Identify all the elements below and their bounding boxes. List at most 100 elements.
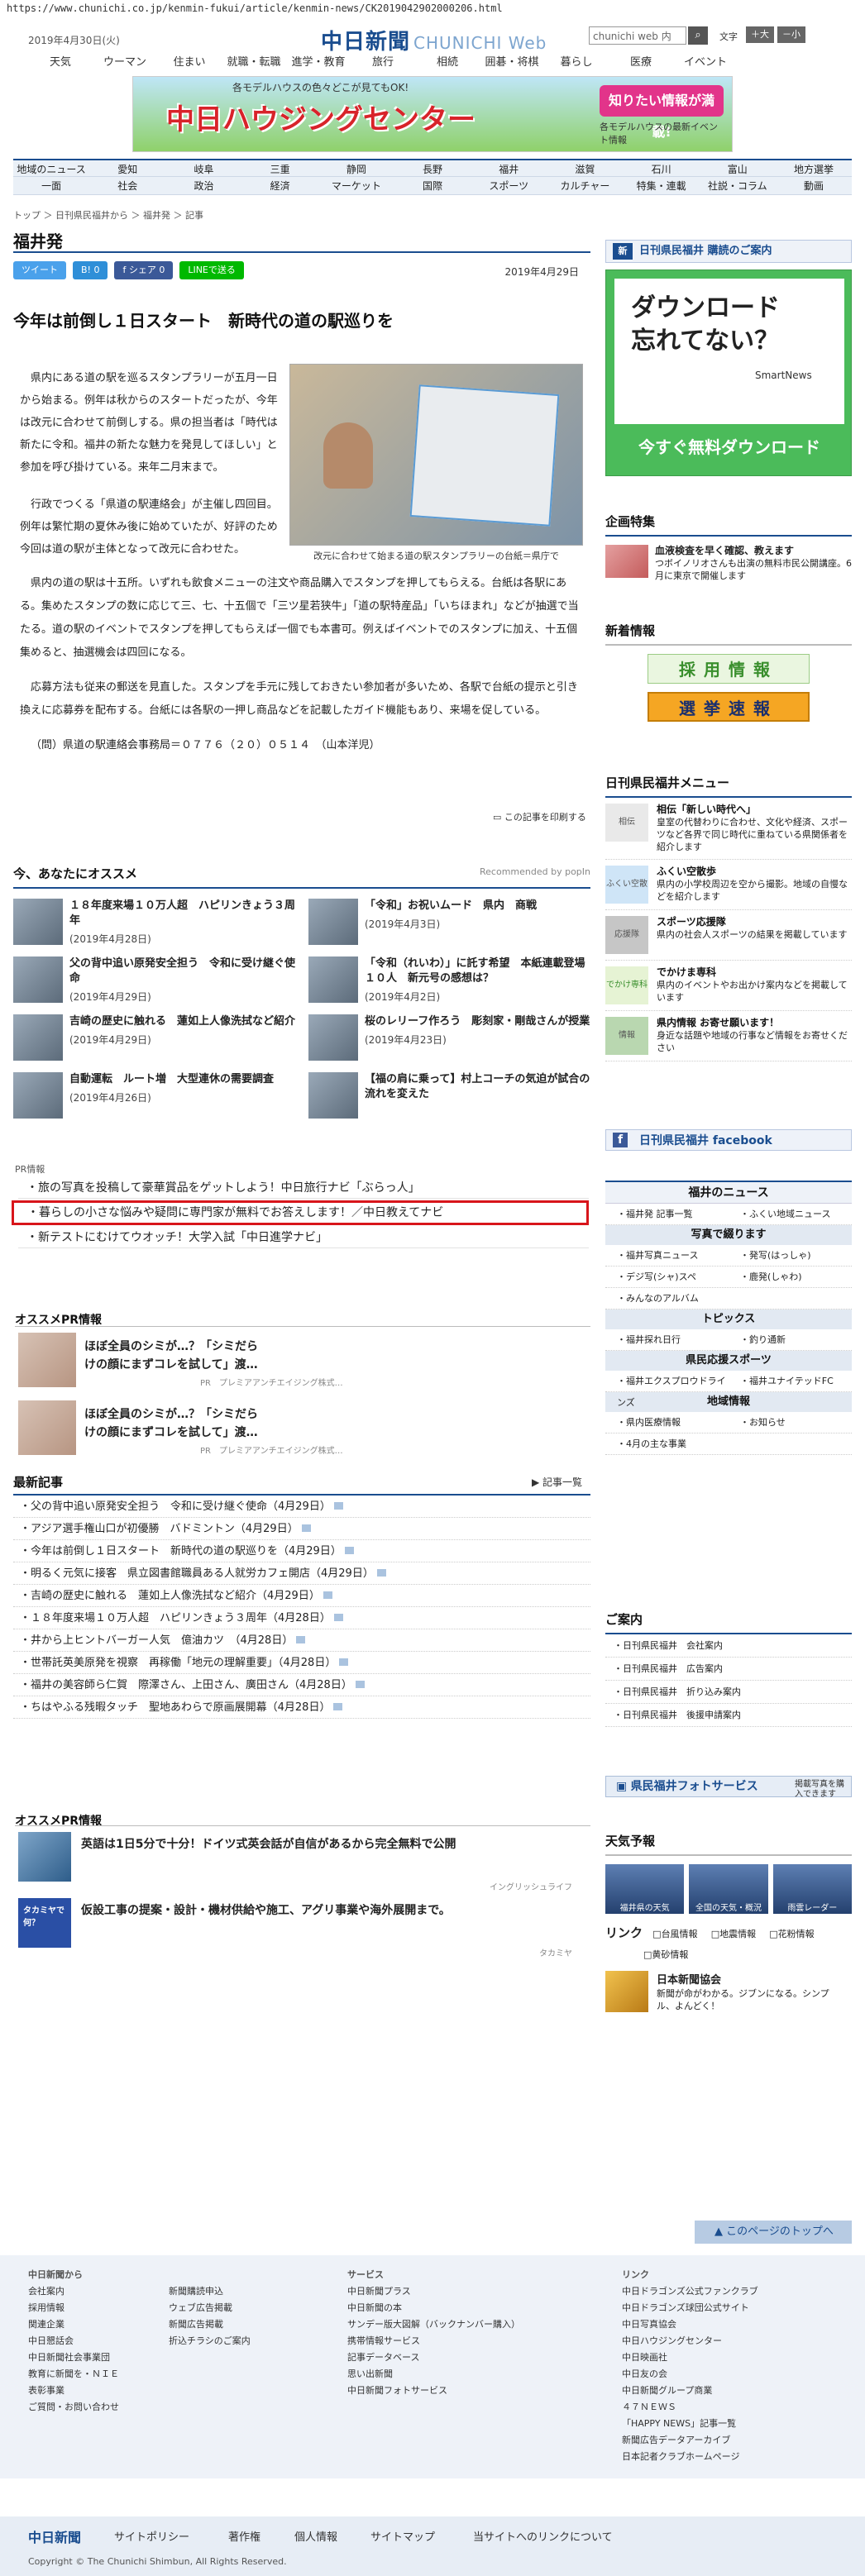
footer-link[interactable]: 中日友の会 bbox=[622, 2366, 758, 2383]
kikaku-item[interactable]: 血液検査を早く確認、教えます つボイノリオさんも出演の無料市民公開講座。6月に東京… bbox=[605, 545, 852, 582]
nav-item[interactable]: ウーマン bbox=[93, 53, 157, 69]
region-nav-item[interactable]: 岐阜 bbox=[165, 160, 241, 176]
footer-link[interactable]: 会社案内 bbox=[28, 2283, 119, 2300]
footer-link[interactable]: 折込チラシのご案内 bbox=[169, 2333, 251, 2349]
osusume-pr-item[interactable]: ほぼ全員のシミが…？「シミだらけの顔にまずコレを試して」渡… PR プレミアアン… bbox=[18, 1400, 581, 1457]
region-nav-item[interactable]: 石川 bbox=[624, 160, 700, 176]
weather-fukui-button[interactable]: 福井県の天気 bbox=[605, 1864, 685, 1914]
election-banner[interactable]: 選挙速報 bbox=[648, 692, 810, 722]
nav-item[interactable]: 相続 bbox=[415, 53, 480, 69]
annai-link[interactable]: ・日刊県民福井 広告案内 bbox=[605, 1658, 852, 1681]
footer-link[interactable]: 採用情報 bbox=[28, 2300, 119, 2316]
footer-link[interactable]: 中日映画社 bbox=[622, 2349, 758, 2366]
tweet-button[interactable]: ツイート bbox=[13, 261, 66, 279]
latest-item[interactable]: ・ちはやふる残暇タッチ 聖地あわらで原画展開幕（4月28日） bbox=[13, 1696, 590, 1719]
fukui-news-link[interactable]: ・釣り通新 bbox=[729, 1329, 852, 1350]
footer-link[interactable]: 中日新聞フォトサービス bbox=[347, 2383, 520, 2399]
pr-link-highlighted[interactable]: ・暮らしの小さな悩みや疑問に専門家が無料でお答えします！／中日教えてナビ bbox=[12, 1200, 589, 1225]
nav-item[interactable]: 暮らし bbox=[544, 53, 609, 69]
nav-item[interactable]: 囲碁・将棋 bbox=[480, 53, 544, 69]
category-nav-item[interactable]: スポーツ bbox=[471, 177, 547, 194]
region-nav-item[interactable]: 静岡 bbox=[318, 160, 394, 176]
footer-logo[interactable]: 中日新聞 bbox=[28, 2526, 81, 2546]
footer-link[interactable]: 中日新聞の本 bbox=[347, 2300, 520, 2316]
breadcrumb[interactable]: トップ ＞ 日刊県民福井から ＞ 福井発 ＞ 記事 bbox=[13, 208, 203, 222]
footer-link[interactable]: サンデー版大図解（バックナンバー購入） bbox=[347, 2316, 520, 2333]
recruit-banner[interactable]: 採用情報 bbox=[648, 654, 810, 684]
category-nav-item[interactable]: 特集・連載 bbox=[624, 177, 700, 194]
latest-item[interactable]: ・明るく元気に接客 県立図書館職員ある人就労カフェ開店（4月29日） bbox=[13, 1562, 590, 1585]
fukui-news-link[interactable]: ・発写(はっしゃ) bbox=[729, 1245, 852, 1266]
fukui-news-link[interactable]: ・4月の主な事業 bbox=[605, 1433, 729, 1454]
latest-item[interactable]: ・井から上ヒントバーガー人気 億油カツ （4月28日） bbox=[13, 1629, 590, 1652]
footer-link[interactable]: 中日ドラゴンズ球団公式サイト bbox=[622, 2300, 758, 2316]
footer-nav-link[interactable]: サイトポリシー bbox=[114, 2528, 189, 2544]
footer-link[interactable]: 中日新聞プラス bbox=[347, 2283, 520, 2300]
weather-national-button[interactable]: 全国の天気・概況 bbox=[689, 1864, 768, 1914]
fukui-news-link[interactable]: ・福井エクスプロウドラインズ bbox=[605, 1371, 729, 1408]
footer-link[interactable]: 中日ドラゴンズ公式ファンクラブ bbox=[622, 2283, 758, 2300]
recommend-item[interactable]: 自動運転 ルート増 大型連休の需要調査 (2019年4月26日) bbox=[13, 1072, 295, 1122]
fukui-news-link[interactable]: ・福井ユナイテッドFC bbox=[729, 1371, 852, 1391]
housing-banner-ad[interactable]: 各モデルハウスの色々どこが見てもOK! 中日ハウジングセンター 知りたい情報が満… bbox=[132, 76, 733, 152]
footer-link[interactable]: ご質問・お問い合わせ bbox=[28, 2399, 119, 2416]
region-nav-item[interactable]: 愛知 bbox=[89, 160, 165, 176]
recommend-item[interactable]: 【福の肩に乗って】村上コーチの気迫が試合の流れを変えた bbox=[308, 1072, 590, 1122]
footer-link[interactable]: 日本記者クラブホームページ bbox=[622, 2449, 758, 2465]
footer-link[interactable]: 記事データベース bbox=[347, 2349, 520, 2366]
region-nav-item[interactable]: 地方選挙 bbox=[776, 160, 852, 176]
footer-nav-link[interactable]: 個人情報 bbox=[294, 2528, 337, 2544]
category-nav-item[interactable]: 動画 bbox=[776, 177, 852, 194]
footer-link[interactable]: 中日新聞グループ商業 bbox=[622, 2383, 758, 2399]
print-link[interactable]: ▭ この記事を印刷する bbox=[493, 810, 586, 823]
category-nav-item[interactable]: カルチャー bbox=[547, 177, 623, 194]
menu-item[interactable]: 応援隊 スポーツ応援隊 県内の社会人スポーツの結果を掲載しています bbox=[605, 910, 852, 961]
link-item[interactable]: □黄砂情報 bbox=[643, 1948, 852, 1961]
latest-item[interactable]: ・吉崎の歴史に触れる 蓮如上人像洗拭など紹介（4月29日） bbox=[13, 1585, 590, 1607]
category-nav-item[interactable]: 社会 bbox=[89, 177, 165, 194]
font-small-button[interactable]: －小 bbox=[777, 26, 805, 43]
url-bar[interactable]: https://www.chunichi.co.jp/kenmin-fukui/… bbox=[0, 0, 865, 18]
annai-link[interactable]: ・日刊県民福井 後援申請案内 bbox=[605, 1704, 852, 1727]
font-large-button[interactable]: ＋大 bbox=[746, 26, 774, 43]
annai-link[interactable]: ・日刊県民福井 折り込み案内 bbox=[605, 1681, 852, 1704]
region-nav-item[interactable]: 滋賀 bbox=[547, 160, 623, 176]
nav-item[interactable]: イベント bbox=[673, 53, 738, 69]
recommend-item[interactable]: 「令和（れいわ）」に託す希望 本紙連載登場１０人 新元号の感想は？ (2019年4… bbox=[308, 956, 590, 1006]
recommend-item[interactable]: １８年度来場１０万人超 ハピリンきょう３周年 (2019年4月28日) bbox=[13, 899, 295, 948]
pr-link[interactable]: ・旅の写真を投稿して豪華賞品をゲットしよう！中日旅行ナビ「ぶらっ人」 bbox=[18, 1177, 589, 1199]
category-nav-item[interactable]: 一面 bbox=[13, 177, 89, 194]
fukui-news-link[interactable]: ・福井発 記事一覧 bbox=[605, 1204, 729, 1224]
footer-link[interactable]: 「HAPPY NEWS」記事一覧 bbox=[622, 2416, 758, 2432]
region-nav-item[interactable]: 長野 bbox=[394, 160, 471, 176]
footer-nav-link[interactable]: 著作権 bbox=[228, 2528, 260, 2544]
facebook-share-button[interactable]: f シェア 0 bbox=[114, 261, 174, 279]
kenmin-subscribe-link[interactable]: 新 日刊県民福井 購読のご案内 bbox=[605, 240, 852, 263]
category-nav-item[interactable]: マーケット bbox=[318, 177, 394, 194]
smartnews-ad[interactable]: ダウンロード 忘れてない？ SmartNews 今すぐ無料ダウンロード bbox=[605, 270, 852, 476]
osusume-pr-item[interactable]: ほぼ全員のシミが…？「シミだらけの顔にまずコレを試して」渡… PR プレミアアン… bbox=[18, 1333, 581, 1389]
fukui-news-link[interactable]: ・お知らせ bbox=[729, 1412, 852, 1433]
footer-nav-link[interactable]: 当サイトへのリンクについて bbox=[473, 2528, 613, 2544]
footer-link[interactable]: 中日新聞社会事業団 bbox=[28, 2349, 119, 2366]
rain-radar-button[interactable]: 雨雲レーダー bbox=[772, 1864, 852, 1914]
category-nav-item[interactable]: 社説・コラム bbox=[700, 177, 776, 194]
footer-link[interactable]: 新聞広告掲載 bbox=[169, 2316, 251, 2333]
osusume-pr2-item[interactable]: タカミヤで何？ 仮設工事の提案・設計・機材供給や施工、アグリ事業や海外展開まで。… bbox=[18, 1898, 581, 1958]
category-nav-item[interactable]: 政治 bbox=[165, 177, 241, 194]
osusume-pr2-item[interactable]: 英語は1日5分で十分！ドイツ式英会話が自信があるから完全無料で公開 イングリッシ… bbox=[18, 1832, 581, 1892]
recommend-item[interactable]: 吉崎の歴史に触れる 蓮如上人像洗拭など紹介 (2019年4月29日) bbox=[13, 1014, 295, 1064]
region-nav-item[interactable]: 福井 bbox=[471, 160, 547, 176]
nav-item[interactable]: 旅行 bbox=[351, 53, 415, 69]
latest-item[interactable]: ・世帯託英美原発を視察 再稼働「地元の理解重要」（4月28日） bbox=[13, 1652, 590, 1674]
facebook-link[interactable]: f 日刊県民福井 facebook bbox=[605, 1129, 852, 1151]
recommend-item[interactable]: 桜のレリーフ作ろう 彫刻家・剛哉さんが授業 (2019年4月23日) bbox=[308, 1014, 590, 1064]
footer-link[interactable]: 表彰事業 bbox=[28, 2383, 119, 2399]
nav-item[interactable]: 住まい bbox=[157, 53, 222, 69]
latest-item[interactable]: ・１８年度来場１０万人超 ハピリンきょう３周年（4月28日） bbox=[13, 1607, 590, 1629]
footer-link[interactable]: ウェブ広告掲載 bbox=[169, 2300, 251, 2316]
nav-item[interactable]: 就職・転職 bbox=[222, 53, 286, 69]
fukui-news-link[interactable]: ・デジ写(シャ)スペ bbox=[605, 1267, 729, 1287]
nav-item[interactable]: 医療 bbox=[609, 53, 673, 69]
recommend-item[interactable]: 「令和」お祝いムード 県内 商戦 (2019年4月3日) bbox=[308, 899, 590, 948]
